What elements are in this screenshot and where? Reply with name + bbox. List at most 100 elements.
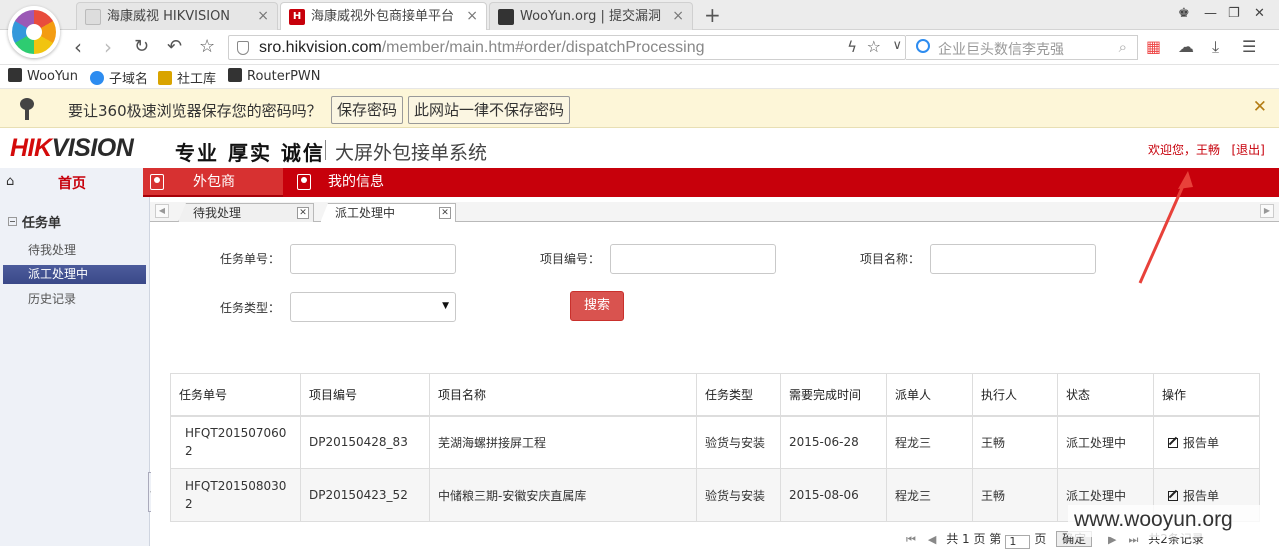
table-row[interactable]: HFQT201507060 2 DP20150428_83 芜湖海螺拼接屏工程 验… bbox=[170, 415, 1260, 469]
due-date-cell: 2015-08-06 bbox=[780, 468, 887, 522]
bookmark-sgk[interactable]: 社工库 bbox=[158, 68, 216, 87]
search-button[interactable]: 搜索 bbox=[570, 291, 624, 321]
edit-icon bbox=[1168, 437, 1178, 448]
dispatcher-cell: 程龙三 bbox=[886, 415, 973, 469]
close-icon[interactable]: ✕ bbox=[1253, 97, 1267, 117]
forward-icon[interactable]: › bbox=[104, 36, 112, 58]
close-window-icon[interactable]: ✕ bbox=[1254, 6, 1265, 21]
search-icon[interactable]: ⌕ bbox=[1119, 38, 1127, 56]
prev-page-icon[interactable]: ◀ bbox=[928, 533, 936, 546]
lightning-icon[interactable]: ϟ bbox=[847, 38, 857, 56]
page-tab-strip: ◀ 待我处理 ✕ 派工处理中 ✕ ▶ bbox=[150, 202, 1279, 223]
column-header[interactable]: 需要完成时间 bbox=[780, 373, 887, 417]
close-icon[interactable]: × bbox=[257, 3, 269, 30]
undo-icon[interactable]: ↶ bbox=[167, 36, 182, 58]
column-header[interactable]: 项目名称 bbox=[429, 373, 697, 417]
bookmark-wooyun[interactable]: WooYun bbox=[8, 68, 78, 84]
project-no-input[interactable] bbox=[610, 244, 776, 274]
bookmark-routerpwn[interactable]: RouterPWN bbox=[228, 68, 321, 84]
sidebar-home[interactable]: ⌂ 首页 bbox=[0, 168, 150, 196]
tab-pending[interactable]: 待我处理 ✕ bbox=[178, 203, 314, 222]
browser-tab-wooyun[interactable]: WooYun.org | 提交漏洞 × bbox=[489, 2, 693, 30]
back-icon[interactable]: ‹ bbox=[74, 36, 82, 58]
key-icon bbox=[158, 71, 172, 85]
star-icon[interactable]: ☆ bbox=[867, 37, 881, 56]
task-no-label: 任务单号： bbox=[220, 252, 281, 266]
skin-icon[interactable]: ♚ bbox=[1178, 6, 1190, 21]
column-header[interactable]: 操作 bbox=[1153, 373, 1260, 417]
column-header[interactable]: 状态 bbox=[1057, 373, 1154, 417]
maximize-icon[interactable]: ❐ bbox=[1228, 6, 1240, 21]
project-name-input[interactable] bbox=[930, 244, 1096, 274]
due-date-cell: 2015-06-28 bbox=[780, 415, 887, 469]
close-icon[interactable]: ✕ bbox=[297, 207, 309, 219]
scroll-right-icon[interactable]: ▶ bbox=[1260, 204, 1274, 218]
menu-icon[interactable]: ☰ bbox=[1242, 37, 1256, 56]
hikvision-logo[interactable]: HIKVISION bbox=[10, 134, 134, 163]
new-tab-plus-icon[interactable]: + bbox=[704, 3, 721, 27]
close-icon[interactable]: × bbox=[466, 3, 478, 30]
browser-tab-hikvision[interactable]: 海康威视 HIKVISION × bbox=[76, 2, 278, 30]
project-name-label: 项目名称： bbox=[860, 252, 921, 266]
cloud-icon[interactable]: ☁ bbox=[1178, 37, 1194, 56]
top-nav: 外包商 我的信息 bbox=[143, 168, 1279, 197]
favorite-star-icon[interactable]: ☆ bbox=[199, 36, 215, 58]
collapse-toggle-icon[interactable] bbox=[8, 217, 17, 226]
browser-tab-title: 海康威视 HIKVISION bbox=[107, 9, 231, 24]
task-type-select[interactable]: ▼ bbox=[290, 292, 456, 322]
project-name-cell: 中储粮三期-安徽安庆直属库 bbox=[429, 468, 697, 522]
close-icon[interactable]: × bbox=[672, 3, 684, 30]
column-header[interactable]: 任务类型 bbox=[696, 373, 781, 417]
page-icon bbox=[85, 9, 101, 25]
download-icon[interactable]: ⤓ bbox=[1212, 37, 1219, 57]
column-header[interactable]: 执行人 bbox=[972, 373, 1058, 417]
bookmark-subdomain[interactable]: 子域名 bbox=[90, 68, 148, 87]
task-type-label: 任务类型： bbox=[220, 301, 281, 315]
sidebar-item-history[interactable]: 历史记录 bbox=[3, 290, 146, 309]
subdomain-icon bbox=[90, 71, 104, 85]
url-input[interactable]: sro.hikvision.com/member/main.htm#order/… bbox=[228, 35, 906, 60]
scroll-left-icon[interactable]: ◀ bbox=[155, 204, 169, 218]
total-pages: 共 1 页 bbox=[946, 532, 986, 546]
column-header[interactable]: 任务单号 bbox=[170, 373, 301, 417]
reload-icon[interactable]: ↻ bbox=[134, 36, 149, 58]
search-input[interactable]: 企业巨头数信李克强 ⌕ bbox=[906, 35, 1138, 60]
chevron-down-icon[interactable]: ∨ bbox=[892, 38, 902, 53]
page-number-input[interactable]: 1 bbox=[1005, 535, 1031, 549]
report-link[interactable]: 报告单 bbox=[1168, 436, 1219, 450]
project-no-cell: DP20150428_83 bbox=[300, 415, 430, 469]
annotation-arrow bbox=[1138, 171, 1193, 284]
sidebar-home-label: 首页 bbox=[58, 176, 86, 192]
wooyun-icon bbox=[8, 68, 22, 82]
apps-grid-icon[interactable]: ▦ bbox=[1146, 37, 1161, 56]
column-header[interactable]: 派单人 bbox=[886, 373, 973, 417]
task-no-input[interactable] bbox=[290, 244, 456, 274]
first-page-icon[interactable]: ⏮ bbox=[906, 533, 916, 547]
tab-dispatching[interactable]: 派工处理中 ✕ bbox=[320, 203, 456, 223]
page-prefix: 第 bbox=[989, 532, 1002, 546]
url-path: /member/main.htm#order/dispatchProcessin… bbox=[381, 39, 705, 56]
task-no-cell: HFQT201507060 2 bbox=[170, 415, 301, 469]
close-icon[interactable]: ✕ bbox=[439, 207, 451, 219]
status-cell: 派工处理中 bbox=[1057, 415, 1154, 469]
nav-item-my-info[interactable]: 我的信息 bbox=[290, 168, 400, 197]
logout-link[interactable]: [退出] bbox=[1231, 143, 1264, 157]
never-save-password-button[interactable]: 此网站一律不保存密码 bbox=[408, 96, 571, 124]
browser-tab-dispatch[interactable]: H 海康威视外包商接单平台 × bbox=[280, 2, 487, 31]
sidebar-item-dispatching[interactable]: 派工处理中 bbox=[3, 265, 146, 284]
task-type-cell: 验货与安装 bbox=[696, 468, 781, 522]
browser-logo-icon[interactable] bbox=[8, 6, 60, 58]
sidebar-item-pending[interactable]: 待我处理 bbox=[3, 241, 146, 260]
router-icon bbox=[228, 68, 242, 82]
slogan: 专业 厚实 诚信 bbox=[175, 141, 325, 165]
report-link[interactable]: 报告单 bbox=[1168, 489, 1219, 503]
task-table: 任务单号 项目编号 项目名称 任务类型 需要完成时间 派单人 执行人 状态 操作… bbox=[170, 373, 1260, 522]
nav-item-contractor[interactable]: 外包商 bbox=[143, 168, 283, 197]
password-prompt-text: 要让360极速浏览器保存您的密码吗？ bbox=[68, 102, 322, 120]
minimize-icon[interactable]: — bbox=[1204, 6, 1217, 21]
save-password-button[interactable]: 保存密码 bbox=[331, 96, 404, 124]
sidebar-group-tasks[interactable]: 任务单 bbox=[8, 212, 61, 231]
project-no-label: 项目编号： bbox=[540, 252, 601, 266]
column-header[interactable]: 项目编号 bbox=[300, 373, 430, 417]
main-content: 任务单号： 项目编号： 项目名称： 任务类型： ▼ 搜索 任务单号 项目编号 项… bbox=[151, 222, 1279, 546]
